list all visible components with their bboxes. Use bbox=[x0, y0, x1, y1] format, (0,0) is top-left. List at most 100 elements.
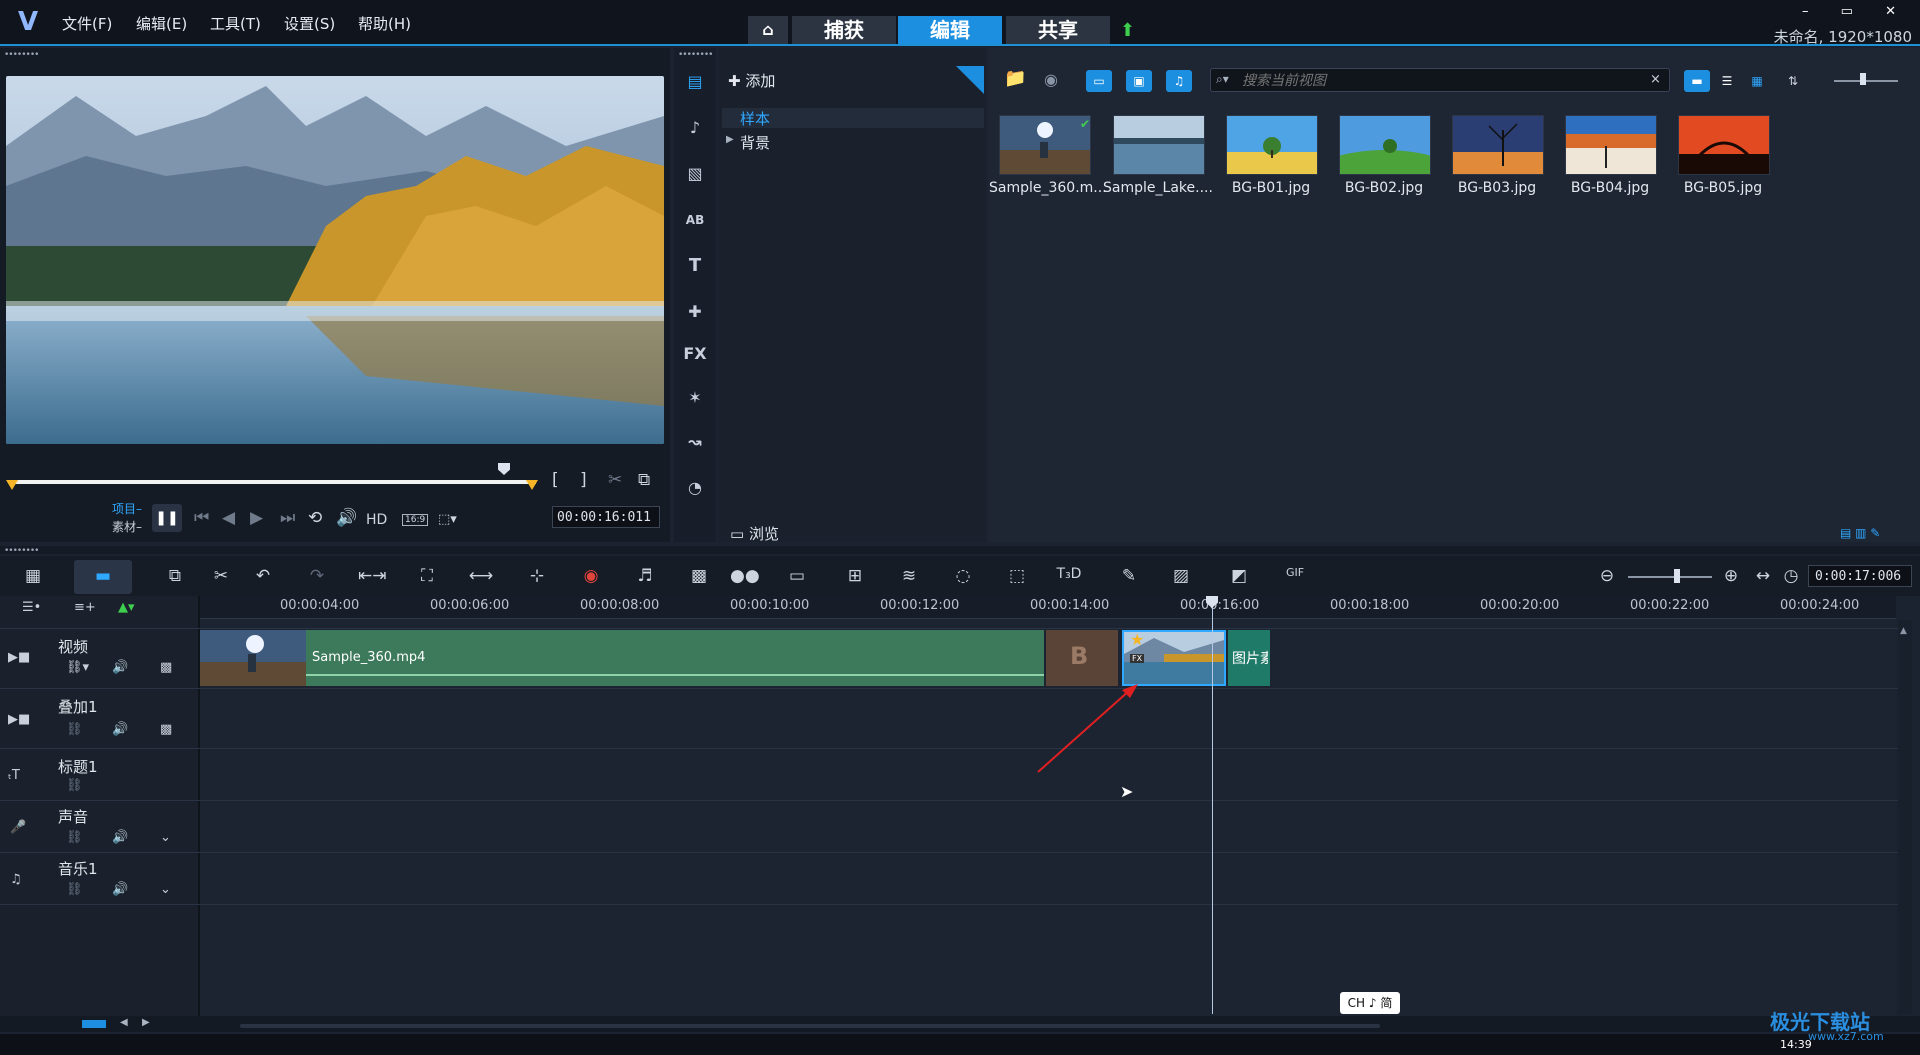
filter-audio-icon[interactable]: ♫ bbox=[1166, 70, 1192, 92]
audio-icon[interactable]: ♪ bbox=[680, 114, 710, 142]
library-item-bg-b01[interactable] bbox=[1226, 115, 1318, 175]
mute-icon[interactable]: 🔊 bbox=[112, 882, 128, 897]
video-clip-thumbnail[interactable] bbox=[200, 630, 306, 686]
panel-grip-icon[interactable]: •••••••• bbox=[4, 546, 39, 556]
menu-settings[interactable]: 设置(S) bbox=[284, 13, 335, 34]
fit-icon[interactable]: ⇤⇥ bbox=[358, 566, 387, 586]
pause-button[interactable]: ❚❚ bbox=[152, 504, 182, 532]
vertical-scrollbar[interactable] bbox=[1898, 620, 1912, 1014]
crop-dropdown-icon[interactable]: ⬚▾ bbox=[438, 510, 457, 530]
track-manager-icon[interactable]: ☰• bbox=[22, 600, 41, 615]
panel-grip-icon[interactable]: •••••••• bbox=[4, 50, 39, 60]
link-icon[interactable]: ⛓ bbox=[66, 778, 83, 793]
mode-project[interactable]: 项目– bbox=[112, 500, 142, 517]
zoom-slider[interactable] bbox=[1628, 576, 1712, 578]
screen-icon[interactable]: ⛶ bbox=[414, 566, 440, 586]
preview-scrubber[interactable] bbox=[10, 480, 536, 484]
repeat-icon[interactable]: ⟲ bbox=[308, 508, 322, 528]
split-screen-icon[interactable]: ⊞ bbox=[842, 566, 868, 586]
library-item-bg-b05[interactable] bbox=[1678, 115, 1770, 175]
storyboard-view-icon[interactable]: ▦ bbox=[20, 566, 46, 586]
speed-ramp-icon[interactable]: ≋ bbox=[896, 566, 922, 586]
link-icon[interactable]: ⛓ bbox=[66, 722, 83, 737]
filter-video-icon[interactable]: ▭ bbox=[1086, 70, 1112, 92]
thumbnail-size-slider[interactable] bbox=[1834, 80, 1898, 82]
mask-icon[interactable]: ◌ bbox=[950, 566, 976, 586]
link-icon[interactable]: ⛓ bbox=[66, 830, 83, 845]
path-icon[interactable]: ↝ bbox=[680, 428, 710, 456]
mode-clip[interactable]: 素材– bbox=[112, 518, 142, 535]
transition-icon[interactable]: ▧ bbox=[680, 160, 710, 188]
split-clip-icon[interactable]: ✂ bbox=[608, 470, 622, 490]
link-icon[interactable]: ⛓ bbox=[66, 882, 83, 897]
thumbnail-size-handle[interactable] bbox=[1860, 73, 1866, 85]
add-track-icon[interactable]: ▲▾ bbox=[118, 600, 135, 615]
blend-icon[interactable]: ●● bbox=[730, 566, 760, 586]
category-background[interactable]: 背景 bbox=[740, 132, 770, 153]
menu-edit[interactable]: 编辑(E) bbox=[136, 13, 187, 34]
browse-button[interactable]: ▭ 浏览 bbox=[730, 523, 779, 544]
speed-icon[interactable]: ◔ bbox=[680, 474, 710, 502]
hd-toggle[interactable]: HD bbox=[366, 510, 387, 530]
tools-icon[interactable]: ✂ bbox=[208, 566, 234, 586]
timeline-timecode[interactable]: 0:00:17:006 bbox=[1808, 565, 1912, 587]
playhead[interactable] bbox=[1212, 600, 1213, 1014]
gif-icon[interactable]: GIF bbox=[1282, 566, 1308, 579]
aspect-ratio-button[interactable]: 16:9 bbox=[402, 514, 429, 526]
library-item-bg-b02[interactable] bbox=[1339, 115, 1431, 175]
mute-icon[interactable]: 🔊 bbox=[112, 722, 128, 737]
mute-icon[interactable]: 🔊 bbox=[112, 830, 128, 845]
fx-icon[interactable]: FX bbox=[680, 340, 710, 368]
add-folder-button[interactable]: ✚ 添加 bbox=[728, 70, 775, 91]
lens-correct-icon[interactable]: ▨ bbox=[1168, 566, 1194, 586]
audio-wave-icon[interactable]: ♬ bbox=[632, 566, 658, 586]
menu-tools[interactable]: 工具(T) bbox=[210, 13, 261, 34]
capture-icon[interactable]: ◉ bbox=[1044, 70, 1058, 89]
filter-photo-icon[interactable]: ▣ bbox=[1126, 70, 1152, 92]
library-item-sample-lake[interactable] bbox=[1113, 115, 1205, 175]
magic-icon[interactable]: ✶ bbox=[680, 384, 710, 412]
tab-capture[interactable]: 捕获 bbox=[792, 16, 896, 44]
split-icon[interactable]: ⟷ bbox=[468, 566, 494, 586]
view-thumbnail-icon[interactable]: ▬ bbox=[1684, 70, 1710, 92]
ripple-icon[interactable]: ▩ bbox=[160, 722, 172, 737]
sort-icon[interactable]: ⇅ bbox=[1780, 70, 1806, 92]
panel-grip-icon[interactable]: •••••••• bbox=[678, 50, 713, 60]
library-item-bg-b04[interactable] bbox=[1565, 115, 1657, 175]
undo-icon[interactable]: ↶ bbox=[250, 566, 276, 586]
record-icon[interactable]: ◉ bbox=[578, 566, 604, 586]
link-icon[interactable]: ⛓▾ bbox=[66, 660, 89, 675]
zoom-handle[interactable] bbox=[1674, 569, 1680, 583]
go-end-icon[interactable]: ⏭ bbox=[280, 508, 295, 528]
scroll-left-icon[interactable]: ◀ bbox=[120, 1017, 128, 1028]
mute-icon[interactable]: 🔊 bbox=[112, 660, 128, 675]
motion-icon[interactable]: ⊹ bbox=[524, 566, 550, 586]
go-start-icon[interactable]: ⏮ bbox=[194, 508, 209, 528]
mark-out-button[interactable]: ] bbox=[580, 470, 587, 490]
upload-icon[interactable]: ⬆ bbox=[1120, 20, 1135, 41]
scroll-right-icon[interactable]: ▶ bbox=[142, 1017, 150, 1028]
pan-zoom-icon[interactable]: ⬚ bbox=[1004, 566, 1030, 586]
title-ab-icon[interactable]: AB bbox=[680, 206, 710, 234]
enlarge-preview-icon[interactable]: ⧉ bbox=[638, 470, 650, 490]
media-icon[interactable]: ▤ bbox=[680, 68, 710, 96]
volume-icon[interactable]: 🔊 bbox=[336, 508, 357, 528]
library-item-sample-360[interactable] bbox=[999, 115, 1091, 175]
search-input[interactable] bbox=[1240, 70, 1644, 92]
library-item-bg-b03[interactable] bbox=[1452, 115, 1544, 175]
graphics-edit-icon[interactable]: ◩ bbox=[1226, 566, 1252, 586]
color-correct-icon[interactable]: ✎ bbox=[1116, 566, 1142, 586]
mark-in-button[interactable]: [ bbox=[552, 470, 559, 490]
library-option-icons[interactable]: ▤ ▥ ✎ bbox=[1840, 526, 1880, 540]
tab-edit[interactable]: 编辑 bbox=[898, 16, 1002, 44]
fit-project-icon[interactable]: ↔ bbox=[1750, 566, 1776, 586]
zoom-out-icon[interactable]: ⊖ bbox=[1594, 566, 1620, 586]
preview-timecode[interactable]: 00:00:16:011 bbox=[552, 506, 660, 528]
expand-track-icon[interactable]: ⌄ bbox=[160, 830, 171, 845]
copy-icon[interactable]: ⧉ bbox=[162, 566, 188, 586]
next-frame-icon[interactable]: ▶ bbox=[250, 508, 263, 528]
graphics-icon[interactable]: ✚ bbox=[680, 298, 710, 326]
menu-help[interactable]: 帮助(H) bbox=[358, 13, 411, 34]
view-list-icon[interactable]: ☰ bbox=[1714, 70, 1740, 92]
home-tab-button[interactable]: ⌂ bbox=[748, 16, 788, 44]
